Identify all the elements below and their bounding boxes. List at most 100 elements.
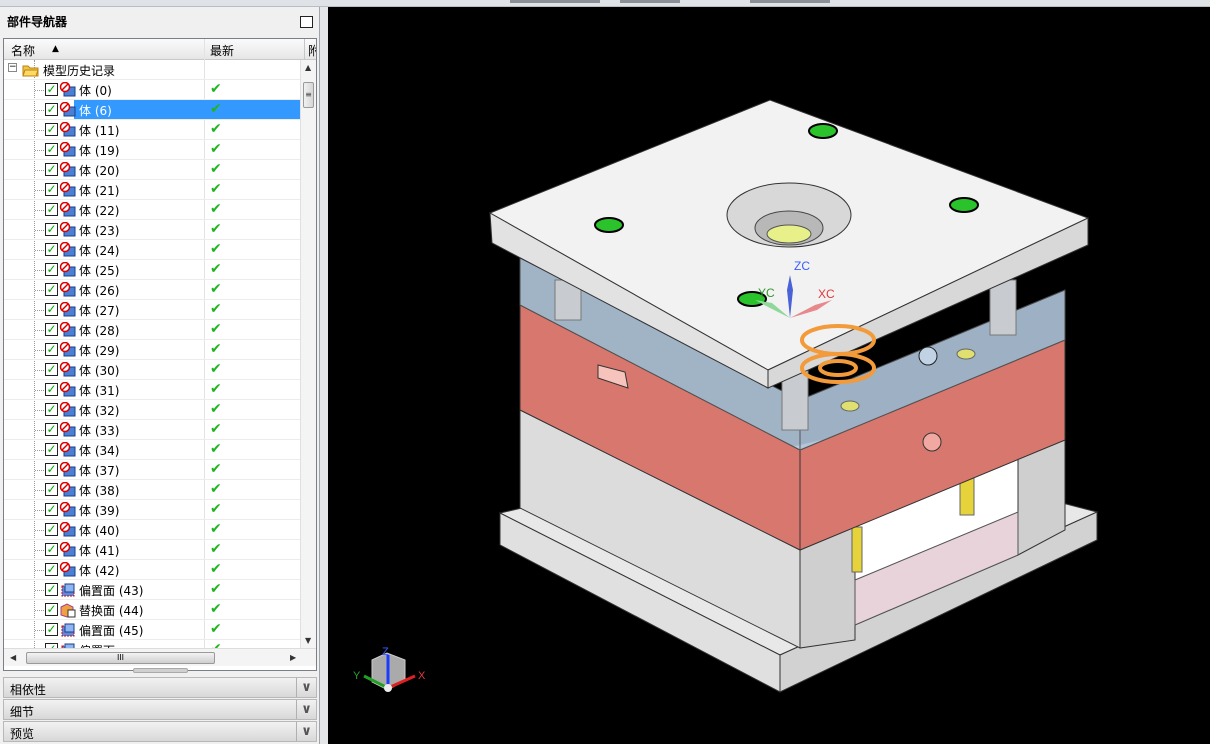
tree-item[interactable]: ✓ 体 (0) ✔ — [4, 80, 300, 100]
visibility-checkbox[interactable]: ✓ — [45, 203, 58, 216]
section-details[interactable]: 细节 ∨ — [3, 699, 317, 720]
visibility-checkbox[interactable]: ✓ — [45, 303, 58, 316]
visibility-checkbox[interactable]: ✓ — [45, 443, 58, 456]
visibility-checkbox[interactable]: ✓ — [45, 263, 58, 276]
tree-item[interactable]: ✓ 体 (37) ✔ — [4, 460, 300, 480]
tree-item-label: 偏置面 (45) — [79, 624, 144, 638]
column-extra[interactable]: 附 — [308, 42, 316, 59]
tree-item[interactable]: ✓ 替换面 (44) ✔ — [4, 600, 300, 620]
tree-item[interactable]: ✓ 偏置面 (43) ✔ — [4, 580, 300, 600]
tree-item[interactable]: ✓ 体 (38) ✔ — [4, 480, 300, 500]
section-dependencies[interactable]: 相依性 ∨ — [3, 677, 317, 698]
up-to-date-check-icon: ✔ — [210, 121, 222, 137]
horizontal-scrollbar[interactable]: ◀ III ▶ — [4, 648, 316, 666]
visibility-checkbox[interactable]: ✓ — [45, 363, 58, 376]
visibility-checkbox[interactable]: ✓ — [45, 223, 58, 236]
up-to-date-check-icon: ✔ — [210, 161, 222, 177]
tree-item[interactable]: ✓ 体 (24) ✔ — [4, 240, 300, 260]
visibility-checkbox[interactable]: ✓ — [45, 603, 58, 616]
tree-item[interactable]: ✓ 体 (20) ✔ — [4, 160, 300, 180]
tree-item[interactable]: ✓ 体 (40) ✔ — [4, 520, 300, 540]
column-name[interactable]: 名称 — [11, 42, 35, 59]
mold-assembly-model[interactable]: ZC XC YC Z X Y — [328, 7, 1210, 744]
tree-item[interactable]: ✓ 体 (31) ✔ — [4, 380, 300, 400]
tree-item[interactable]: ✓ 体 (27) ✔ — [4, 300, 300, 320]
body-feature-icon — [59, 161, 76, 178]
tree-item-label: 体 (20) — [79, 164, 120, 178]
section-preview[interactable]: 预览 ∨ — [3, 721, 317, 742]
tree-item-label: 体 (25) — [79, 264, 120, 278]
tree-item[interactable]: ✓ 体 (39) ✔ — [4, 500, 300, 520]
maximize-button[interactable] — [300, 16, 313, 28]
visibility-checkbox[interactable]: ✓ — [45, 103, 58, 116]
column-latest[interactable]: 最新 — [210, 42, 234, 59]
visibility-checkbox[interactable]: ✓ — [45, 583, 58, 596]
tree-item[interactable]: ✓ 体 (25) ✔ — [4, 260, 300, 280]
tree-root-label: 模型历史记录 — [43, 64, 116, 78]
body-feature-icon — [59, 401, 76, 418]
visibility-checkbox[interactable]: ✓ — [45, 423, 58, 436]
tree-item[interactable]: ✓ 体 (41) ✔ — [4, 540, 300, 560]
navigator-tree[interactable]: 名称 ▲ 最新 附 − 模型历史记录 ✓ 体 (0) ✔ ✓ 体 (6) ✔ ✓ 体 (11)… — [3, 38, 317, 671]
tree-root[interactable]: − 模型历史记录 — [4, 60, 300, 80]
tree-item[interactable]: ✓ 体 (28) ✔ — [4, 320, 300, 340]
visibility-checkbox[interactable]: ✓ — [45, 243, 58, 256]
body-feature-icon — [59, 201, 76, 218]
body-feature-icon — [59, 221, 76, 238]
up-to-date-check-icon: ✔ — [210, 241, 222, 257]
visibility-checkbox[interactable]: ✓ — [45, 323, 58, 336]
tree-item[interactable]: ✓ 体 (26) ✔ — [4, 280, 300, 300]
expand-icon[interactable]: ∨ — [296, 678, 316, 697]
visibility-checkbox[interactable]: ✓ — [45, 483, 58, 496]
tree-item[interactable]: ✓ 体 (11) ✔ — [4, 120, 300, 140]
wcs-x-label: XC — [818, 287, 835, 301]
visibility-checkbox[interactable]: ✓ — [45, 523, 58, 536]
collapse-icon[interactable]: − — [8, 63, 17, 72]
visibility-checkbox[interactable]: ✓ — [45, 543, 58, 556]
visibility-checkbox[interactable]: ✓ — [45, 503, 58, 516]
tree-item[interactable]: ✓ 体 (30) ✔ — [4, 360, 300, 380]
tree-item-label: 体 (21) — [79, 184, 120, 198]
tree-item[interactable]: ✓ 偏置面 (45) ✔ — [4, 620, 300, 640]
visibility-checkbox[interactable]: ✓ — [45, 563, 58, 576]
visibility-checkbox[interactable]: ✓ — [45, 343, 58, 356]
tree-item[interactable]: ✓ 体 (19) ✔ — [4, 140, 300, 160]
visibility-checkbox[interactable]: ✓ — [45, 183, 58, 196]
tree-item[interactable]: ✓ 体 (22) ✔ — [4, 200, 300, 220]
tree-item[interactable]: ✓ 体 (42) ✔ — [4, 560, 300, 580]
graphics-viewport[interactable]: ZC XC YC Z X Y — [328, 7, 1210, 744]
tree-item[interactable]: ✓ 体 (33) ✔ — [4, 420, 300, 440]
visibility-checkbox[interactable]: ✓ — [45, 163, 58, 176]
tree-item[interactable]: ✓ 体 (23) ✔ — [4, 220, 300, 240]
tree-item[interactable]: ✓ 体 (29) ✔ — [4, 340, 300, 360]
horizontal-scroll-thumb[interactable]: III — [26, 652, 215, 664]
expand-icon[interactable]: ∨ — [296, 722, 316, 741]
tree-item-label: 体 (37) — [79, 464, 120, 478]
visibility-checkbox[interactable]: ✓ — [45, 383, 58, 396]
visibility-checkbox[interactable]: ✓ — [45, 623, 58, 636]
body-feature-icon — [59, 281, 76, 298]
sort-asc-icon[interactable]: ▲ — [52, 44, 59, 54]
visibility-checkbox[interactable]: ✓ — [45, 123, 58, 136]
tree-item[interactable]: ✓偏置面✔ — [4, 640, 300, 648]
tree-item[interactable]: ✓ 体 (21) ✔ — [4, 180, 300, 200]
up-to-date-check-icon: ✔ — [210, 621, 222, 637]
tree-item-label: 体 (29) — [79, 344, 120, 358]
tree-item[interactable]: ✓ 体 (34) ✔ — [4, 440, 300, 460]
tree-item[interactable]: ✓ 体 (32) ✔ — [4, 400, 300, 420]
visibility-checkbox[interactable]: ✓ — [45, 143, 58, 156]
body-feature-icon — [59, 141, 76, 158]
tree-item[interactable]: ✓ 体 (6) ✔ — [4, 100, 300, 120]
view-triad[interactable] — [363, 652, 416, 692]
panel-splitter[interactable] — [133, 668, 188, 673]
visibility-checkbox[interactable]: ✓ — [45, 83, 58, 96]
vertical-scroll-thumb[interactable]: ≡ — [303, 82, 314, 108]
tree-item-label: 替换面 (44) — [79, 604, 144, 618]
up-to-date-check-icon: ✔ — [210, 641, 222, 648]
tree-item-label: 体 (38) — [79, 484, 120, 498]
expand-icon[interactable]: ∨ — [296, 700, 316, 719]
vertical-scrollbar[interactable]: ▲ ≡ ▼ — [300, 60, 316, 648]
visibility-checkbox[interactable]: ✓ — [45, 403, 58, 416]
visibility-checkbox[interactable]: ✓ — [45, 283, 58, 296]
visibility-checkbox[interactable]: ✓ — [45, 463, 58, 476]
